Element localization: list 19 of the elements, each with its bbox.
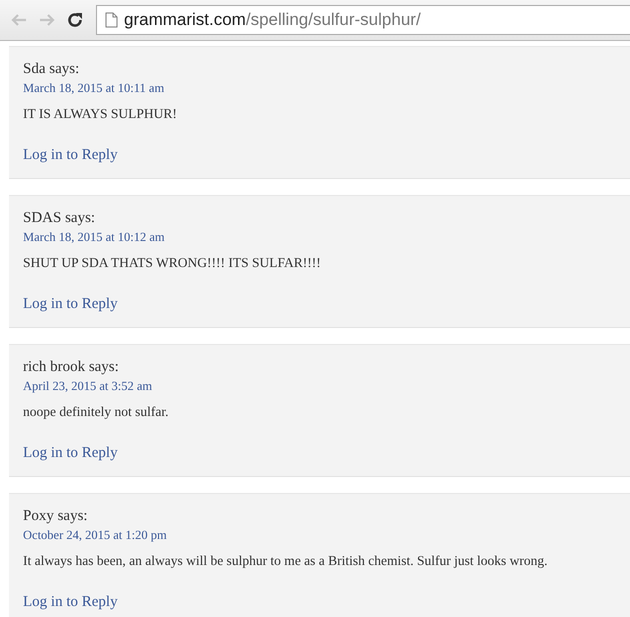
comment-date-link[interactable]: March 18, 2015 at 10:12 am bbox=[23, 228, 165, 246]
comment-text: noope definitely not sulfar. bbox=[23, 403, 168, 421]
reply-link[interactable]: Log in to Reply bbox=[23, 145, 118, 165]
reload-icon bbox=[66, 11, 84, 29]
page-icon bbox=[105, 12, 118, 28]
comment-author: Poxy says: bbox=[23, 507, 88, 526]
comment-author: rich brook says: bbox=[23, 358, 119, 377]
comment-text: IT IS ALWAYS SULPHUR! bbox=[23, 105, 177, 123]
comment-date-link[interactable]: April 23, 2015 at 3:52 am bbox=[23, 377, 152, 395]
address-field[interactable]: grammarist.com/spelling/sulfur-sulphur/ bbox=[96, 5, 630, 35]
comment-text: It always has been, an always will be sulphur to me as a British chemist. Sulfur just looks wrong. bbox=[23, 552, 548, 570]
comment-text: SHUT UP SDA THATS WRONG!!!! ITS SULFAR!!!! bbox=[23, 254, 321, 272]
comment-author: SDAS says: bbox=[23, 209, 96, 228]
reply-link[interactable]: Log in to Reply bbox=[23, 294, 118, 314]
comment-author: Sda says: bbox=[23, 60, 80, 79]
reply-link[interactable]: Log in to Reply bbox=[23, 443, 118, 463]
reply-link[interactable]: Log in to Reply bbox=[23, 592, 118, 612]
comment-date-link[interactable]: March 18, 2015 at 10:11 am bbox=[23, 79, 164, 97]
comment-date-link[interactable]: October 24, 2015 at 1:20 pm bbox=[23, 526, 167, 544]
